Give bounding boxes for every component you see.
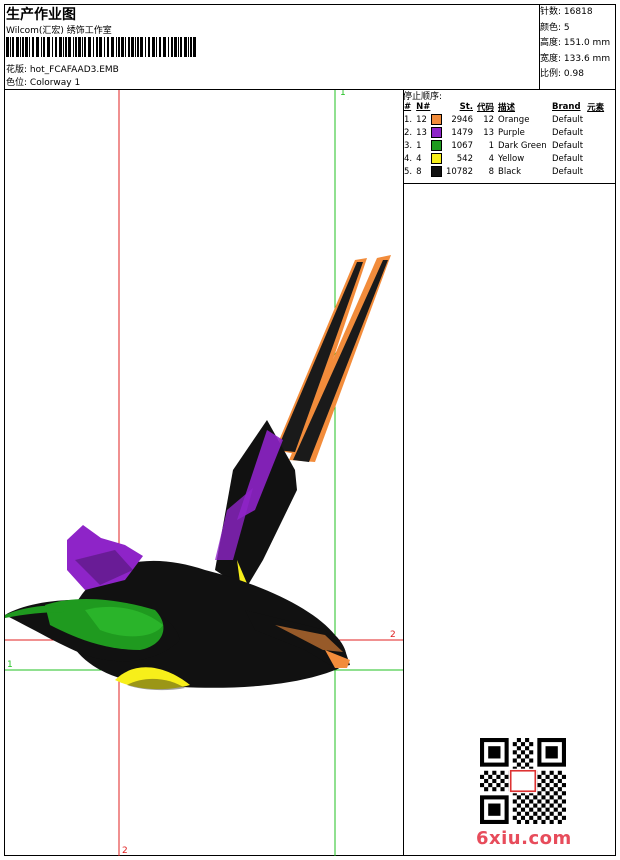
color-swatch [429, 152, 444, 165]
row-brand: Default [552, 114, 584, 125]
row-element [585, 126, 606, 139]
color-swatch [429, 165, 444, 178]
row-description: Yellow [498, 153, 525, 164]
row-index: 5. [404, 166, 413, 177]
watermark-site: 6xiu.com [476, 828, 572, 849]
row-element [585, 139, 606, 152]
row-brand: Default [552, 153, 584, 164]
color-swatch-icon [430, 140, 442, 151]
table-row: 5. 8 10782 8 Black Default [402, 165, 606, 178]
row-code: 4 [488, 153, 495, 164]
row-brand: Default [552, 127, 584, 138]
design-label: 花版: [6, 65, 28, 75]
colorway-label: 色位: [6, 78, 28, 88]
col-stitches: St. [459, 102, 473, 112]
row-needle: 8 [416, 166, 422, 177]
col-code: 代码 [477, 103, 495, 113]
row-element [585, 165, 606, 178]
axis-label-green-top: 1 [340, 90, 346, 98]
colorway-line: 色位: Colorway 1 [6, 75, 80, 88]
table-header-row: # N# St. 代码 描述 Brand 元素 [402, 101, 606, 113]
design-line: 花版: hot_FCAFAAD3.EMB [6, 62, 119, 75]
company-name: Wilcom(汇宏) 绣饰工作室 [6, 26, 112, 36]
col-element: 元素 [587, 103, 605, 113]
color-sequence-table: # N# St. 代码 描述 Brand 元素 1. 12 2946 12 Orange… [402, 101, 606, 178]
stat-width: 宽度: 133.6 mm [540, 53, 611, 64]
color-swatch-icon [430, 153, 442, 164]
row-description: Black [498, 166, 522, 177]
row-code: 12 [483, 114, 495, 125]
col-description: 描述 [498, 103, 516, 113]
col-index: # [404, 102, 412, 112]
hummingbird-artwork [5, 255, 391, 691]
color-swatch-icon [430, 114, 442, 125]
row-index: 1. [404, 114, 413, 125]
barcode-icon [6, 37, 196, 57]
axis-label-red-right: 2 [390, 630, 396, 640]
color-swatch [429, 139, 444, 152]
table-row: 1. 12 2946 12 Orange Default [402, 113, 606, 126]
row-code: 1 [488, 140, 495, 151]
stat-height: 高度: 151.0 mm [540, 38, 611, 48]
qr-code-icon [480, 738, 566, 824]
color-swatch-icon [430, 166, 442, 177]
row-needle: 1 [416, 140, 422, 151]
embroidery-preview [5, 90, 403, 856]
row-index: 3. [404, 140, 413, 151]
table-row: 4. 4 542 4 Yellow Default [402, 152, 606, 165]
design-stats: 针数: 16818 颜色: 5 高度: 151.0 mm 宽度: 133.6 m… [540, 5, 610, 83]
page-title: 生产作业图 [6, 7, 76, 23]
row-description: Dark Green [498, 140, 547, 151]
row-index: 2. [404, 127, 413, 138]
stat-stitches: 针数: 16818 [540, 7, 593, 17]
color-swatch-icon [430, 127, 442, 138]
table-row: 2. 13 1479 13 Purple Default [402, 126, 606, 139]
row-needle: 4 [416, 153, 422, 164]
row-description: Orange [498, 114, 530, 125]
row-stitches: 2946 [451, 114, 473, 125]
design-canvas: 1 2 1 2 [5, 90, 403, 856]
row-brand: Default [552, 140, 584, 151]
row-brand: Default [552, 166, 584, 177]
table-row: 3. 1 1067 1 Dark Green Default [402, 139, 606, 152]
row-element [585, 152, 606, 165]
stat-scale: 比例: 0.98 [540, 69, 584, 79]
design-value: hot_FCAFAAD3.EMB [29, 65, 119, 75]
row-code: 8 [488, 166, 495, 177]
row-stitches: 10782 [445, 166, 473, 177]
color-swatch [429, 126, 444, 139]
row-code: 13 [483, 127, 495, 138]
col-needle: N# [416, 102, 431, 112]
row-element [585, 113, 606, 126]
row-needle: 13 [416, 127, 427, 138]
axis-label-green-left: 1 [7, 660, 13, 670]
table-divider [403, 183, 615, 184]
col-brand: Brand [552, 102, 581, 112]
stat-colors: 颜色: 5 [540, 22, 570, 33]
row-stitches: 542 [456, 153, 473, 164]
row-description: Purple [498, 127, 525, 138]
row-stitches: 1479 [451, 127, 473, 138]
row-stitches: 1067 [451, 140, 473, 151]
row-index: 4. [404, 153, 413, 164]
color-swatch [429, 113, 444, 126]
colorway-value: Colorway 1 [29, 78, 81, 88]
row-needle: 12 [416, 114, 427, 125]
axis-label-red-bottom: 2 [122, 846, 128, 856]
canvas-divider [403, 89, 404, 855]
